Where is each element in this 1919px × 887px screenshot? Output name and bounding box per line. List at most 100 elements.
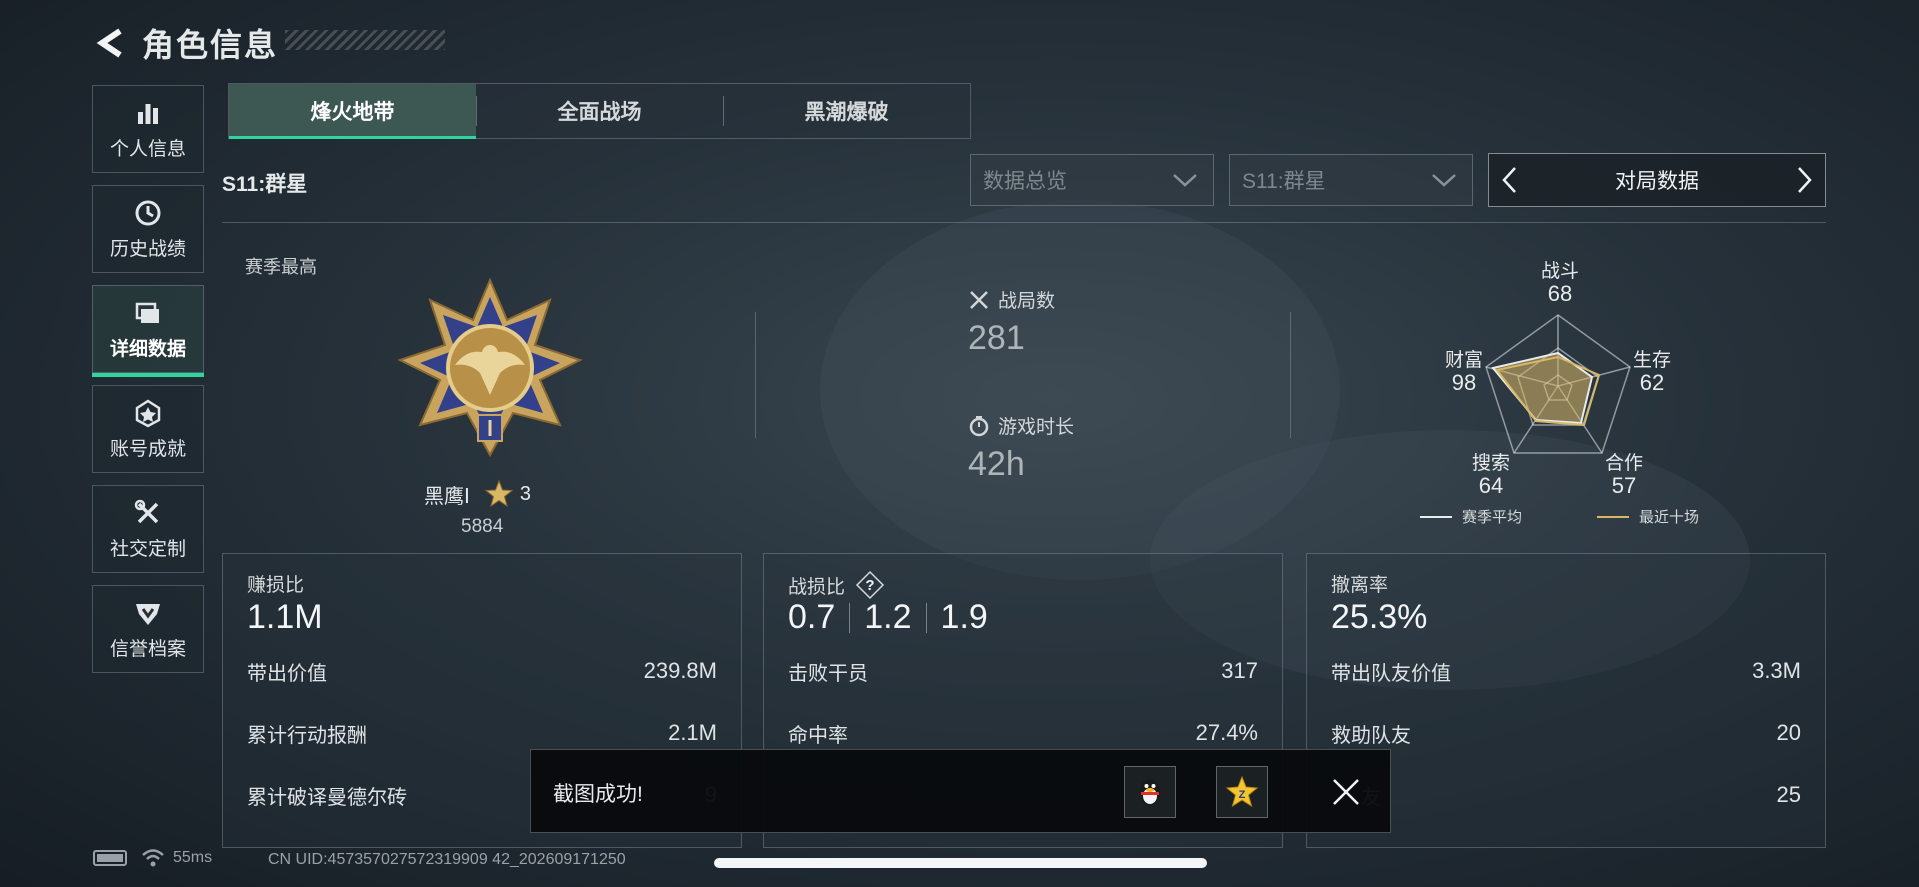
tools-icon — [134, 499, 159, 523]
page-header: 角色信息 — [90, 18, 278, 68]
sidebar-item-achievements[interactable]: 账号成就 — [92, 385, 204, 473]
help-icon[interactable]: ? — [855, 570, 885, 600]
rank-line: 黑鹰Ⅰ 3 — [424, 479, 531, 509]
sidebar-item-social[interactable]: 社交定制 — [92, 485, 204, 573]
overview-dropdown-value: 数据总览 — [983, 170, 1067, 193]
qq-penguin-icon — [1140, 779, 1160, 805]
kd-value: 0.7 — [788, 598, 836, 636]
legend-line — [1420, 515, 1452, 518]
crossed-swords-icon — [970, 290, 988, 309]
stat-row: 友25 — [1361, 782, 1801, 809]
panel-title-text: 战损比 — [788, 576, 846, 598]
share-qq-button[interactable] — [1124, 766, 1176, 818]
star-icon — [484, 479, 514, 508]
season-dropdown[interactable]: S11:群星 — [1229, 154, 1473, 206]
tab-black-tide[interactable]: 黑潮爆破 — [723, 84, 970, 138]
data-type-switcher: 对局数据 — [1488, 153, 1826, 207]
panel-title: 战损比 ? — [788, 570, 885, 600]
stat-row: 命中率 27.4% — [788, 720, 1258, 747]
legend-recent-ten: 最近十场 — [1597, 506, 1699, 527]
sidebar: 个人信息 历史战绩 详细数据 账号成就 社交定制 信誉档案 — [92, 85, 204, 685]
status-bar: 55ms — [93, 848, 212, 868]
share-qzone-button[interactable]: Z — [1216, 766, 1268, 818]
chevron-left-icon[interactable] — [1497, 164, 1523, 196]
divider — [755, 312, 756, 438]
sidebar-item-history[interactable]: 历史战绩 — [92, 185, 204, 273]
qzone-star-icon: Z — [1225, 775, 1259, 808]
panel-main-value: 0.7 1.2 1.9 — [788, 598, 988, 637]
history-clock-icon — [135, 200, 161, 225]
matches-label: 战局数 — [998, 291, 1056, 312]
kd-value: 1.9 — [940, 598, 988, 636]
stopwatch-icon — [969, 415, 989, 436]
radar-axis-survival: 生存 62 — [1633, 350, 1672, 395]
playtime-value: 42h — [968, 445, 1025, 483]
credit-shield-icon — [136, 603, 160, 625]
sidebar-item-label: 账号成就 — [109, 438, 186, 460]
mode-tabs: 烽火地带 全面战场 黑潮爆破 — [228, 83, 971, 139]
toast-message: 截图成功! — [553, 783, 643, 806]
playtime-stat: 游戏时长 42h — [968, 412, 1074, 484]
season-label: S11:群星 — [222, 173, 308, 196]
matches-value: 281 — [968, 319, 1025, 357]
matches-stat: 战局数 281 — [968, 286, 1055, 358]
sidebar-item-label: 历史战绩 — [109, 238, 186, 260]
sidebar-item-personal-info[interactable]: 个人信息 — [92, 85, 204, 173]
season-best-label: 赛季最高 — [245, 257, 317, 277]
radar-axis-wealth: 财富 98 — [1445, 350, 1484, 395]
panel-title: 撤离率 — [1331, 575, 1389, 596]
sidebar-item-label: 社交定制 — [109, 538, 186, 560]
chevron-right-icon[interactable] — [1791, 164, 1817, 196]
uid-text: CN UID:457357027572319909 42_20260917125… — [268, 851, 626, 868]
divider — [222, 222, 1826, 223]
legend-season-average: 赛季平均 — [1420, 506, 1522, 527]
svg-text:Z: Z — [1239, 789, 1246, 801]
divider — [1290, 312, 1291, 438]
bar-chart-icon — [138, 103, 158, 124]
stat-row: 累计行动报酬 2.1M — [247, 720, 717, 747]
screenshot-toast: 截图成功! Z — [530, 749, 1391, 833]
sidebar-item-credit[interactable]: 信誉档案 — [92, 585, 204, 673]
sidebar-item-detailed-data[interactable]: 详细数据 — [92, 285, 204, 377]
legend-label: 最近十场 — [1639, 509, 1700, 526]
legend-line — [1597, 515, 1629, 518]
sidebar-item-label: 个人信息 — [109, 138, 186, 160]
radar-axis-teamwork: 合作 57 — [1605, 453, 1644, 498]
panel-main-value: 1.1M — [247, 598, 323, 636]
wifi-icon — [142, 849, 164, 867]
battery-icon — [93, 850, 127, 866]
achievement-icon — [135, 399, 161, 427]
close-icon[interactable] — [1326, 772, 1366, 812]
tab-full-battlefield[interactable]: 全面战场 — [476, 84, 723, 138]
tab-fenghuo[interactable]: 烽火地带 — [229, 84, 476, 139]
folder-icon — [135, 302, 159, 323]
page-title: 角色信息 — [142, 27, 279, 63]
home-indicator[interactable] — [714, 858, 1207, 868]
radar-axis-combat: 战斗 68 — [1541, 261, 1580, 306]
back-arrow-icon[interactable] — [90, 23, 130, 63]
season-average-area — [1491, 351, 1594, 425]
rank-medal-icon — [397, 277, 583, 458]
legend-label: 赛季平均 — [1462, 509, 1523, 526]
stat-row: 救助队友 20 — [1331, 720, 1801, 747]
kd-value: 1.2 — [864, 598, 912, 636]
sidebar-item-label: 详细数据 — [109, 338, 186, 360]
ping-value: 55ms — [173, 849, 213, 866]
title-decoration — [285, 30, 445, 50]
switcher-label: 对局数据 — [1615, 170, 1699, 193]
rank-name: 黑鹰Ⅰ — [424, 485, 470, 508]
overview-dropdown[interactable]: 数据总览 — [970, 154, 1214, 206]
playtime-label: 游戏时长 — [998, 417, 1075, 438]
season-dropdown-value: S11:群星 — [1242, 170, 1326, 193]
ability-radar: 战斗 68 生存 62 合作 57 搜索 64 财富 98 — [1395, 255, 1720, 530]
sidebar-item-label: 信誉档案 — [109, 638, 186, 660]
svg-text:?: ? — [865, 577, 874, 594]
chevron-down-icon — [1432, 174, 1456, 187]
rank-stars: 3 — [519, 482, 532, 505]
stat-row: 带出价值 239.8M — [247, 658, 717, 685]
stat-row: 带出队友价值 3.3M — [1331, 658, 1801, 685]
radar-axis-search: 搜索 64 — [1472, 453, 1511, 498]
stat-row: 击败干员 317 — [788, 658, 1258, 685]
chevron-down-icon — [1173, 174, 1197, 187]
rank-score: 5884 — [461, 516, 504, 537]
